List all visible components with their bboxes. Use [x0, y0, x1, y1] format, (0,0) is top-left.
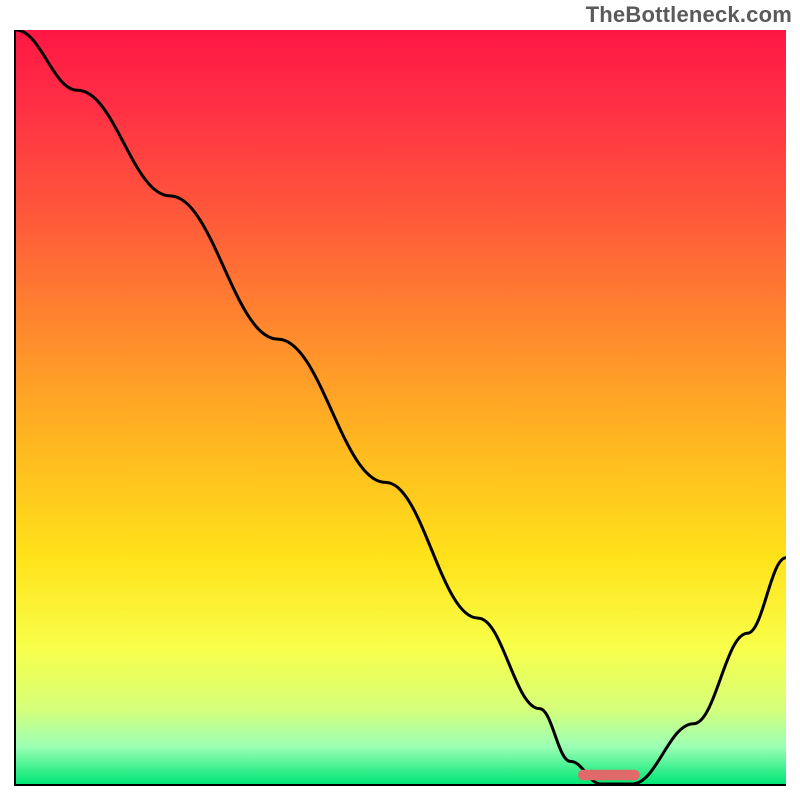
optimal-range-marker: [578, 770, 640, 781]
watermark-text: TheBottleneck.com: [586, 2, 792, 28]
chart-stage: TheBottleneck.com: [0, 0, 800, 800]
chart-svg: [16, 30, 786, 784]
heat-background: [16, 30, 786, 784]
